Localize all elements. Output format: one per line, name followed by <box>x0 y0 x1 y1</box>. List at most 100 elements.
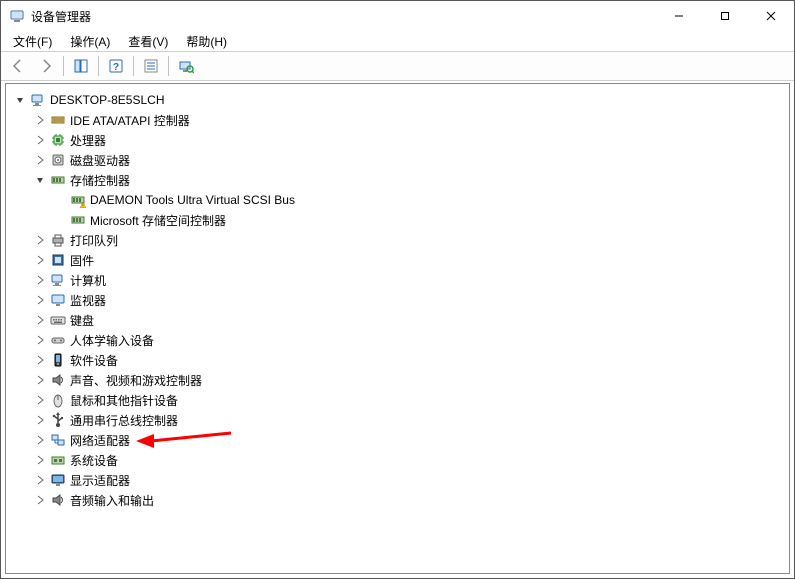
disk-icon <box>50 152 66 168</box>
menu-help[interactable]: 帮助(H) <box>178 31 235 52</box>
keyboard-icon <box>50 312 66 328</box>
computer-icon <box>50 272 66 288</box>
chevron-right-icon[interactable] <box>32 272 48 288</box>
tree-node-computer[interactable]: 计算机 <box>10 270 785 290</box>
network-icon <box>50 432 66 448</box>
menu-action[interactable]: 操作(A) <box>62 31 118 52</box>
mouse-icon <box>50 392 66 408</box>
tree-node-keyboard[interactable]: 键盘 <box>10 310 785 330</box>
tree-node-firmware[interactable]: 固件 <box>10 250 785 270</box>
storage-item-icon <box>70 212 86 228</box>
chevron-right-icon[interactable] <box>32 352 48 368</box>
software-icon <box>50 352 66 368</box>
tree-node-msspace[interactable]: Microsoft 存储空间控制器 <box>10 210 785 230</box>
tree-node-usb-label: 通用串行总线控制器 <box>70 412 178 429</box>
audio-icon <box>50 492 66 508</box>
window-controls <box>656 1 794 31</box>
storage-icon <box>50 172 66 188</box>
tree-node-cpu-label: 处理器 <box>70 132 106 149</box>
tree-node-storage[interactable]: 存储控制器 <box>10 170 785 190</box>
tree-node-keyboard-label: 键盘 <box>70 312 94 329</box>
back-button[interactable] <box>5 53 31 79</box>
system-icon <box>50 452 66 468</box>
properties-button[interactable] <box>138 53 164 79</box>
firmware-icon <box>50 252 66 268</box>
monitor-icon <box>50 292 66 308</box>
tree-node-computer-label: 计算机 <box>70 272 106 289</box>
chevron-right-icon[interactable] <box>32 452 48 468</box>
display-icon <box>50 472 66 488</box>
toolbar-separator <box>168 56 169 76</box>
device-manager-window: 设备管理器 文件(F) 操作(A) 查看(V) 帮助(H) <box>0 0 795 579</box>
chevron-right-icon[interactable] <box>32 252 48 268</box>
chevron-right-icon[interactable] <box>32 232 48 248</box>
menu-view[interactable]: 查看(V) <box>120 31 176 52</box>
tree-node-monitor-label: 监视器 <box>70 292 106 309</box>
chevron-right-icon[interactable] <box>32 412 48 428</box>
tree-node-mouse[interactable]: 鼠标和其他指针设备 <box>10 390 785 410</box>
app-icon <box>9 8 25 24</box>
device-tree[interactable]: DESKTOP-8E5SLCH IDE ATA/ATAPI 控制器处理器磁盘驱动器… <box>5 83 790 574</box>
ide-icon <box>50 112 66 128</box>
tree-node-ide[interactable]: IDE ATA/ATAPI 控制器 <box>10 110 785 130</box>
tree-node-network-label: 网络适配器 <box>70 432 130 449</box>
tree-node-audioio-label: 音频输入和输出 <box>70 492 154 509</box>
toolbar: ? <box>1 51 794 81</box>
help-button[interactable]: ? <box>103 53 129 79</box>
chevron-right-icon[interactable] <box>32 432 48 448</box>
tree-node-cpu[interactable]: 处理器 <box>10 130 785 150</box>
menubar: 文件(F) 操作(A) 查看(V) 帮助(H) <box>1 31 794 51</box>
svg-text:?: ? <box>113 62 119 73</box>
close-button[interactable] <box>748 1 794 31</box>
tree-node-system[interactable]: 系统设备 <box>10 450 785 470</box>
tree-node-msspace-label: Microsoft 存储空间控制器 <box>90 212 226 229</box>
tree-node-sound-label: 声音、视频和游戏控制器 <box>70 372 202 389</box>
show-hide-console-button[interactable] <box>68 53 94 79</box>
tree-node-network[interactable]: 网络适配器 <box>10 430 785 450</box>
chevron-right-icon[interactable] <box>32 392 48 408</box>
chevron-right-icon[interactable] <box>32 152 48 168</box>
printer-icon <box>50 232 66 248</box>
tree-node-mouse-label: 鼠标和其他指针设备 <box>70 392 178 409</box>
tree-root-label: DESKTOP-8E5SLCH <box>50 93 165 107</box>
tree-node-sound[interactable]: 声音、视频和游戏控制器 <box>10 370 785 390</box>
chevron-right-icon[interactable] <box>32 492 48 508</box>
minimize-button[interactable] <box>656 1 702 31</box>
tree-node-software-label: 软件设备 <box>70 352 118 369</box>
tree-node-printq[interactable]: 打印队列 <box>10 230 785 250</box>
chevron-right-icon[interactable] <box>32 372 48 388</box>
chevron-right-icon[interactable] <box>32 312 48 328</box>
cpu-icon <box>50 132 66 148</box>
tree-node-disk[interactable]: 磁盘驱动器 <box>10 150 785 170</box>
tree-node-display[interactable]: 显示适配器 <box>10 470 785 490</box>
chevron-right-icon[interactable] <box>32 472 48 488</box>
toolbar-separator <box>98 56 99 76</box>
tree-root[interactable]: DESKTOP-8E5SLCH <box>10 90 785 110</box>
menu-file[interactable]: 文件(F) <box>5 31 60 52</box>
maximize-button[interactable] <box>702 1 748 31</box>
chevron-right-icon[interactable] <box>32 332 48 348</box>
toolbar-separator <box>63 56 64 76</box>
tree-node-disk-label: 磁盘驱动器 <box>70 152 130 169</box>
scan-hardware-button[interactable] <box>173 53 199 79</box>
chevron-down-icon[interactable] <box>12 92 28 108</box>
svg-text:!: ! <box>82 204 83 209</box>
tree-node-audioio[interactable]: 音频输入和输出 <box>10 490 785 510</box>
tree-node-firmware-label: 固件 <box>70 252 94 269</box>
tree-node-hid-label: 人体学输入设备 <box>70 332 154 349</box>
chevron-down-icon[interactable] <box>32 172 48 188</box>
tree-node-software[interactable]: 软件设备 <box>10 350 785 370</box>
chevron-right-icon[interactable] <box>32 112 48 128</box>
tree-node-system-label: 系统设备 <box>70 452 118 469</box>
usb-icon <box>50 412 66 428</box>
tree-node-usb[interactable]: 通用串行总线控制器 <box>10 410 785 430</box>
chevron-right-icon[interactable] <box>32 292 48 308</box>
forward-button[interactable] <box>33 53 59 79</box>
tree-node-monitor[interactable]: 监视器 <box>10 290 785 310</box>
tree-node-hid[interactable]: 人体学输入设备 <box>10 330 785 350</box>
storage-item-icon: ! <box>70 192 86 208</box>
tree-node-display-label: 显示适配器 <box>70 472 130 489</box>
tree-node-daemon[interactable]: !DAEMON Tools Ultra Virtual SCSI Bus <box>10 190 785 210</box>
titlebar-left: 设备管理器 <box>9 8 91 25</box>
chevron-right-icon[interactable] <box>32 132 48 148</box>
